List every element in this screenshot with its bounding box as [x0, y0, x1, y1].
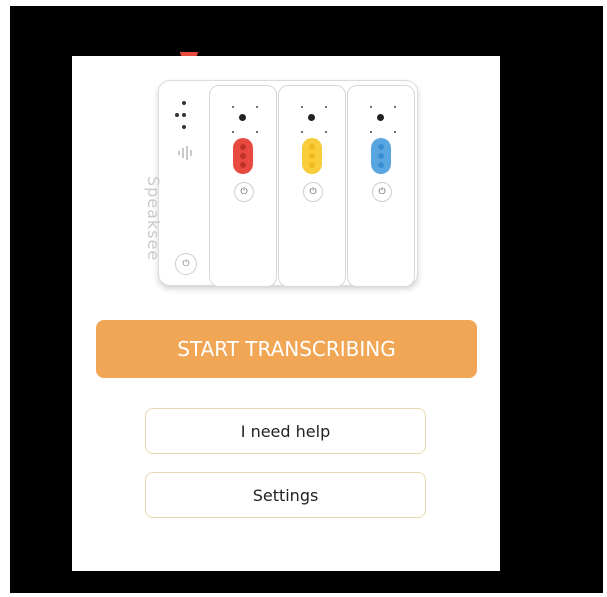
power-icon: ⏻ — [303, 182, 323, 202]
dock: Speaksee ⏻ — [144, 81, 209, 285]
dock-led — [182, 113, 186, 117]
microphone-icon — [308, 114, 315, 121]
start-transcribing-button[interactable]: START TRANSCRIBING — [96, 320, 477, 378]
status-light-yellow — [302, 138, 322, 174]
settings-button[interactable]: Settings — [145, 472, 426, 518]
power-icon: ⏻ — [372, 182, 392, 202]
help-button[interactable]: I need help — [145, 408, 426, 454]
power-icon: ⏻ — [234, 182, 254, 202]
brand-label: Speaksee — [144, 176, 163, 262]
dock-button-icon: ⏻ — [175, 253, 197, 275]
speaksee-device-illustration: Speaksee ⏻ ⏻ ⏻ ⏻ — [144, 80, 418, 287]
microphone-unit-blue: ⏻ — [347, 85, 415, 287]
dock-led — [182, 125, 186, 129]
status-light-blue — [371, 138, 391, 174]
dock-led — [182, 101, 186, 105]
microphone-icon — [239, 114, 246, 121]
microphone-unit-red: ⏻ — [209, 85, 277, 287]
microphone-icon — [377, 114, 384, 121]
speaksee-logo-icon — [178, 146, 192, 160]
status-light-red — [233, 138, 253, 174]
microphone-unit-yellow: ⏻ — [278, 85, 346, 287]
dock-led — [175, 113, 179, 117]
